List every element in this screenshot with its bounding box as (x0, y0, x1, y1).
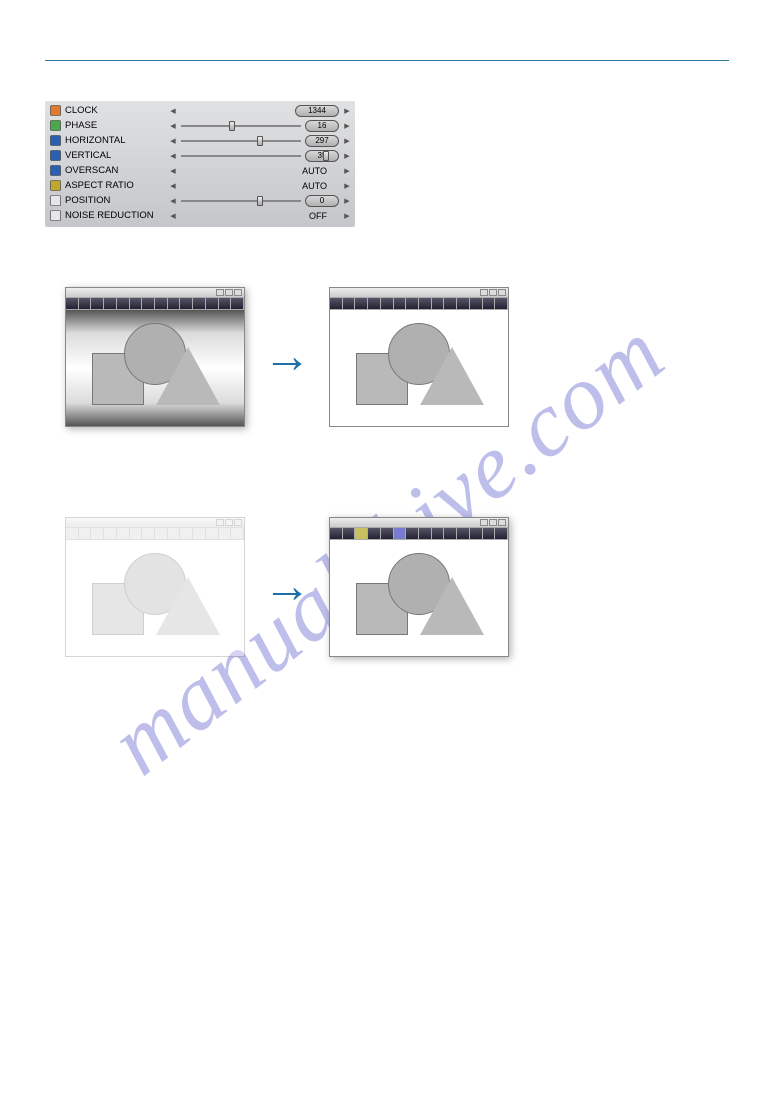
arrow-left-icon[interactable]: ◀ (169, 167, 177, 175)
osd-row-horizontal: HORIZONTAL ◀ 297 ▶ (49, 133, 351, 148)
osd-label: POSITION (65, 195, 165, 206)
osd-control[interactable]: 35 (181, 150, 339, 162)
position-icon (49, 195, 61, 207)
window-before-clock (65, 287, 245, 427)
arrow-right-icon[interactable]: ▶ (343, 122, 351, 130)
osd-label: CLOCK (65, 105, 165, 116)
osd-label: HORIZONTAL (65, 135, 165, 146)
osd-label: OVERSCAN (65, 165, 165, 176)
aspect-ratio-icon (49, 180, 61, 192)
arrow-right-icon[interactable]: ▶ (343, 152, 351, 160)
arrow-right-icon[interactable]: ▶ (343, 137, 351, 145)
arrow-left-icon[interactable]: ◀ (169, 197, 177, 205)
option-value: OFF (309, 211, 339, 221)
window-before-phase (65, 517, 245, 657)
osd-row-overscan: OVERSCAN ◀ AUTO ▶ (49, 163, 351, 178)
osd-control[interactable]: 0 (181, 195, 339, 207)
osd-control[interactable]: OFF (181, 210, 339, 222)
option-value: AUTO (302, 181, 339, 191)
osd-control[interactable]: AUTO (181, 165, 339, 177)
arrow-left-icon[interactable]: ◀ (169, 107, 177, 115)
arrow-left-icon[interactable]: ◀ (169, 152, 177, 160)
value-pill: 35 (305, 150, 339, 162)
osd-row-phase: PHASE ◀ 16 ▶ (49, 118, 351, 133)
window-after-phase (329, 517, 509, 657)
osd-row-aspect-ratio: ASPECT RATIO ◀ AUTO ▶ (49, 178, 351, 193)
value-pill: 1344 (295, 105, 339, 117)
osd-label: VERTICAL (65, 150, 165, 161)
arrow-right-icon[interactable]: ▶ (343, 182, 351, 190)
osd-control[interactable]: 297 (181, 135, 339, 147)
osd-menu-panel: CLOCK◀1344▶PHASE◀16▶HORIZONTAL◀297▶VERTI… (45, 101, 355, 227)
arrow-icon: → (263, 563, 311, 611)
horizontal-icon (49, 135, 61, 147)
value-pill: 0 (305, 195, 339, 207)
noise-reduction-icon (49, 210, 61, 222)
osd-row-clock: CLOCK ◀ 1344 ▶ (49, 103, 351, 118)
value-pill: 297 (305, 135, 339, 147)
clock-icon (49, 105, 61, 117)
osd-row-vertical: VERTICAL ◀ 35 ▶ (49, 148, 351, 163)
arrow-icon: → (263, 333, 311, 381)
option-value: AUTO (302, 166, 339, 176)
vertical-icon (49, 150, 61, 162)
arrow-right-icon[interactable]: ▶ (343, 212, 351, 220)
clock-illustration-row: → (65, 287, 729, 427)
arrow-left-icon[interactable]: ◀ (169, 137, 177, 145)
overscan-icon (49, 165, 61, 177)
arrow-right-icon[interactable]: ▶ (343, 197, 351, 205)
window-after-clock (329, 287, 509, 427)
phase-illustration-row: → (65, 517, 729, 657)
osd-row-position: POSITION ◀ 0 ▶ (49, 193, 351, 208)
osd-label: PHASE (65, 120, 165, 131)
arrow-right-icon[interactable]: ▶ (343, 167, 351, 175)
osd-label: NOISE REDUCTION (65, 210, 165, 221)
osd-control[interactable]: 16 (181, 120, 339, 132)
osd-label: ASPECT RATIO (65, 180, 165, 191)
arrow-left-icon[interactable]: ◀ (169, 212, 177, 220)
value-pill: 16 (305, 120, 339, 132)
header-rule (45, 60, 729, 61)
arrow-left-icon[interactable]: ◀ (169, 122, 177, 130)
arrow-left-icon[interactable]: ◀ (169, 182, 177, 190)
osd-control[interactable]: 1344 (181, 105, 339, 117)
osd-row-noise-reduction: NOISE REDUCTION ◀ OFF ▶ (49, 208, 351, 223)
illustrations: → (45, 287, 729, 657)
phase-icon (49, 120, 61, 132)
arrow-right-icon[interactable]: ▶ (343, 107, 351, 115)
osd-control[interactable]: AUTO (181, 180, 339, 192)
